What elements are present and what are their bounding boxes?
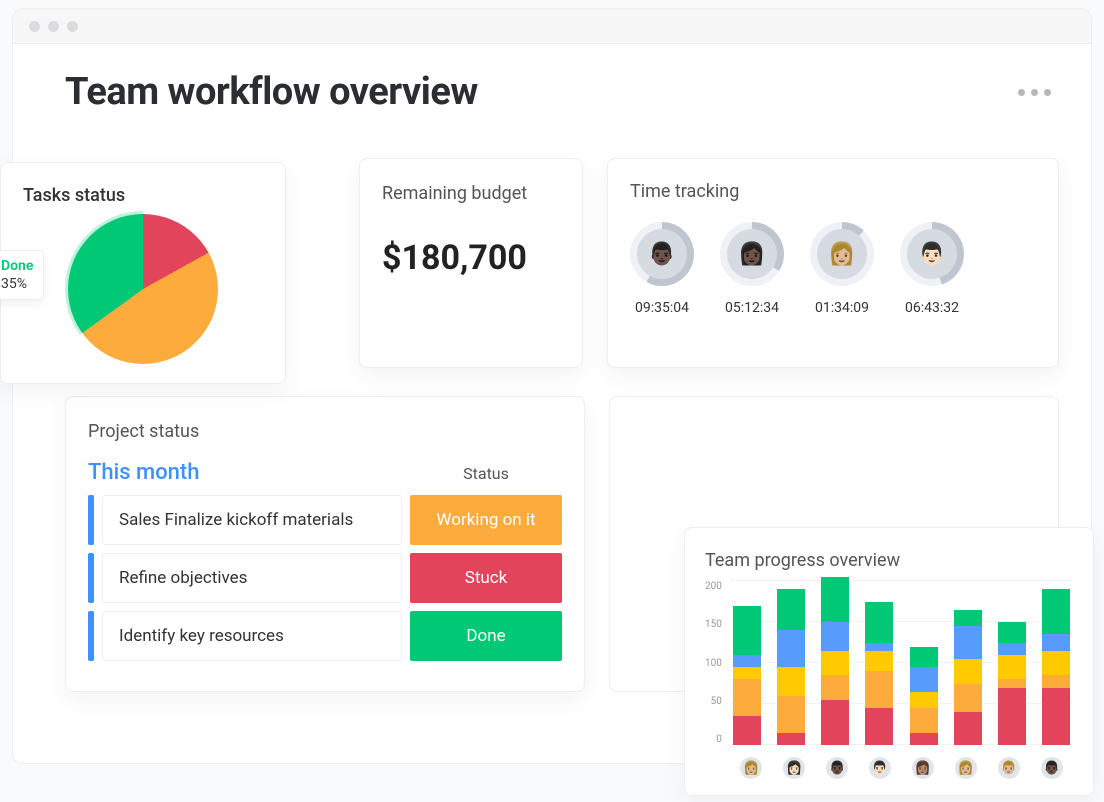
tasks-status-title: Tasks status	[23, 185, 263, 206]
chart-bar[interactable]	[865, 602, 893, 745]
tracker-time: 01:34:09	[815, 300, 869, 316]
team-progress-chart[interactable]: 👩🏼 👩🏻 👨🏿 👨🏻 👩🏽 👩🏼 👨🏼 👨🏿	[730, 581, 1073, 781]
avatar-progress-ring: 👨🏿	[630, 222, 694, 286]
chart-member-avatar[interactable]: 👩🏽	[910, 755, 936, 781]
window-control-dot	[48, 21, 59, 32]
task-name[interactable]: Identify key resources	[102, 611, 402, 661]
avatar-progress-ring: 👩🏼	[810, 222, 874, 286]
task-status-chip[interactable]: Working on it	[410, 495, 562, 545]
row-accent-bar	[88, 553, 94, 603]
task-status-chip[interactable]: Done	[410, 611, 562, 661]
task-status-chip[interactable]: Stuck	[410, 553, 562, 603]
chart-member-avatar[interactable]: 👨🏿	[1039, 755, 1065, 781]
chart-bar[interactable]	[910, 647, 938, 745]
chart-bar[interactable]	[777, 589, 805, 745]
pie-tooltip: Done 35%	[0, 250, 44, 300]
pie-tooltip-percent: 35%	[1, 275, 33, 293]
project-status-title: Project status	[88, 421, 562, 442]
tasks-status-card[interactable]: Tasks status Done 35%	[0, 162, 286, 384]
avatar: 👩🏿	[727, 229, 777, 279]
team-progress-card[interactable]: Team progress overview 200150100500 👩🏼 👩🏻…	[684, 527, 1094, 796]
project-task-row[interactable]: Sales Finalize kickoff materials Working…	[88, 495, 562, 545]
chart-member-avatar[interactable]: 👨🏻	[867, 755, 893, 781]
project-task-row[interactable]: Refine objectives Stuck	[88, 553, 562, 603]
chart-bar[interactable]	[733, 606, 761, 745]
time-tracking-card[interactable]: Time tracking 👨🏿 09:35:04 👩🏿 05:12:34 👩🏼…	[607, 158, 1059, 368]
chart-member-avatar[interactable]: 👨🏿	[824, 755, 850, 781]
time-tracker-member[interactable]: 👨🏻 06:43:32	[900, 222, 964, 316]
page-title: Team workflow overview	[65, 70, 478, 114]
row-accent-bar	[88, 611, 94, 661]
window-control-dot	[29, 21, 40, 32]
tracker-time: 09:35:04	[635, 300, 689, 316]
chart-member-avatar[interactable]: 👩🏻	[781, 755, 807, 781]
project-task-row[interactable]: Identify key resources Done	[88, 611, 562, 661]
window-control-dot	[67, 21, 78, 32]
chart-member-avatar[interactable]: 👨🏼	[996, 755, 1022, 781]
avatar: 👨🏿	[637, 229, 687, 279]
browser-chrome	[12, 8, 1092, 44]
chart-member-avatar[interactable]: 👩🏼	[738, 755, 764, 781]
avatar-progress-ring: 👩🏿	[720, 222, 784, 286]
chart-y-axis: 200150100500	[705, 581, 722, 781]
row-accent-bar	[88, 495, 94, 545]
more-options-button[interactable]	[1018, 89, 1059, 96]
time-tracker-member[interactable]: 👩🏼 01:34:09	[810, 222, 874, 316]
chart-bar[interactable]	[998, 622, 1026, 745]
avatar: 👩🏼	[817, 229, 867, 279]
avatar: 👨🏻	[907, 229, 957, 279]
team-progress-title: Team progress overview	[705, 550, 1073, 571]
chart-bar[interactable]	[1042, 589, 1070, 745]
avatar-progress-ring: 👨🏻	[900, 222, 964, 286]
time-tracker-member[interactable]: 👩🏿 05:12:34	[720, 222, 784, 316]
task-name[interactable]: Refine objectives	[102, 553, 402, 603]
tracker-time: 06:43:32	[905, 300, 959, 316]
remaining-budget-card[interactable]: Remaining budget $180,700	[359, 158, 583, 368]
status-column-header: Status	[410, 464, 562, 483]
task-name[interactable]: Sales Finalize kickoff materials	[102, 495, 402, 545]
project-period-label[interactable]: This month	[88, 460, 199, 485]
chart-bar[interactable]	[954, 610, 982, 745]
tracker-time: 05:12:34	[725, 300, 779, 316]
chart-member-avatar[interactable]: 👩🏼	[953, 755, 979, 781]
time-tracking-title: Time tracking	[630, 181, 1036, 202]
budget-value: $180,700	[382, 238, 560, 278]
time-tracker-member[interactable]: 👨🏿 09:35:04	[630, 222, 694, 316]
project-status-card[interactable]: Project status This month Status Sales F…	[65, 396, 585, 692]
pie-tooltip-label: Done	[1, 257, 33, 275]
tasks-status-pie-chart[interactable]	[68, 214, 218, 364]
budget-title: Remaining budget	[382, 183, 560, 204]
chart-bar[interactable]	[821, 577, 849, 745]
